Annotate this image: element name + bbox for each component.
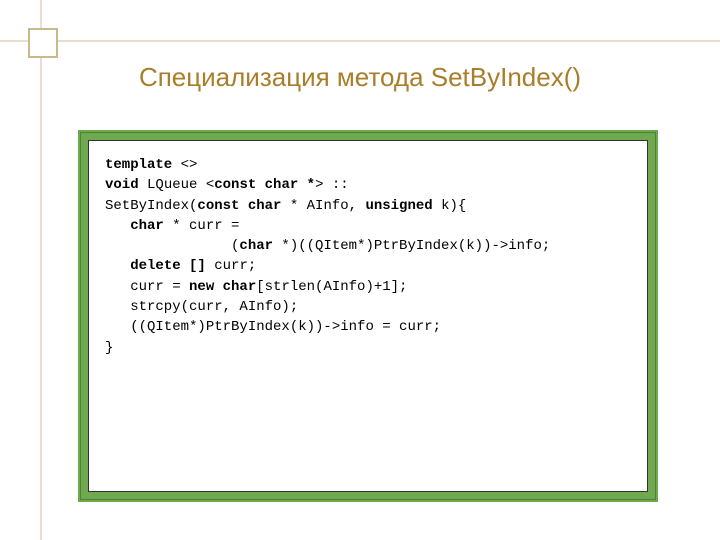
- code-block: template <> void LQueue <const char *> :…: [88, 140, 648, 492]
- code-text: template <> void LQueue <const char *> :…: [105, 155, 631, 358]
- code-frame: template <> void LQueue <const char *> :…: [78, 130, 658, 502]
- slide-title: Специализация метода SetByIndex(): [0, 62, 720, 93]
